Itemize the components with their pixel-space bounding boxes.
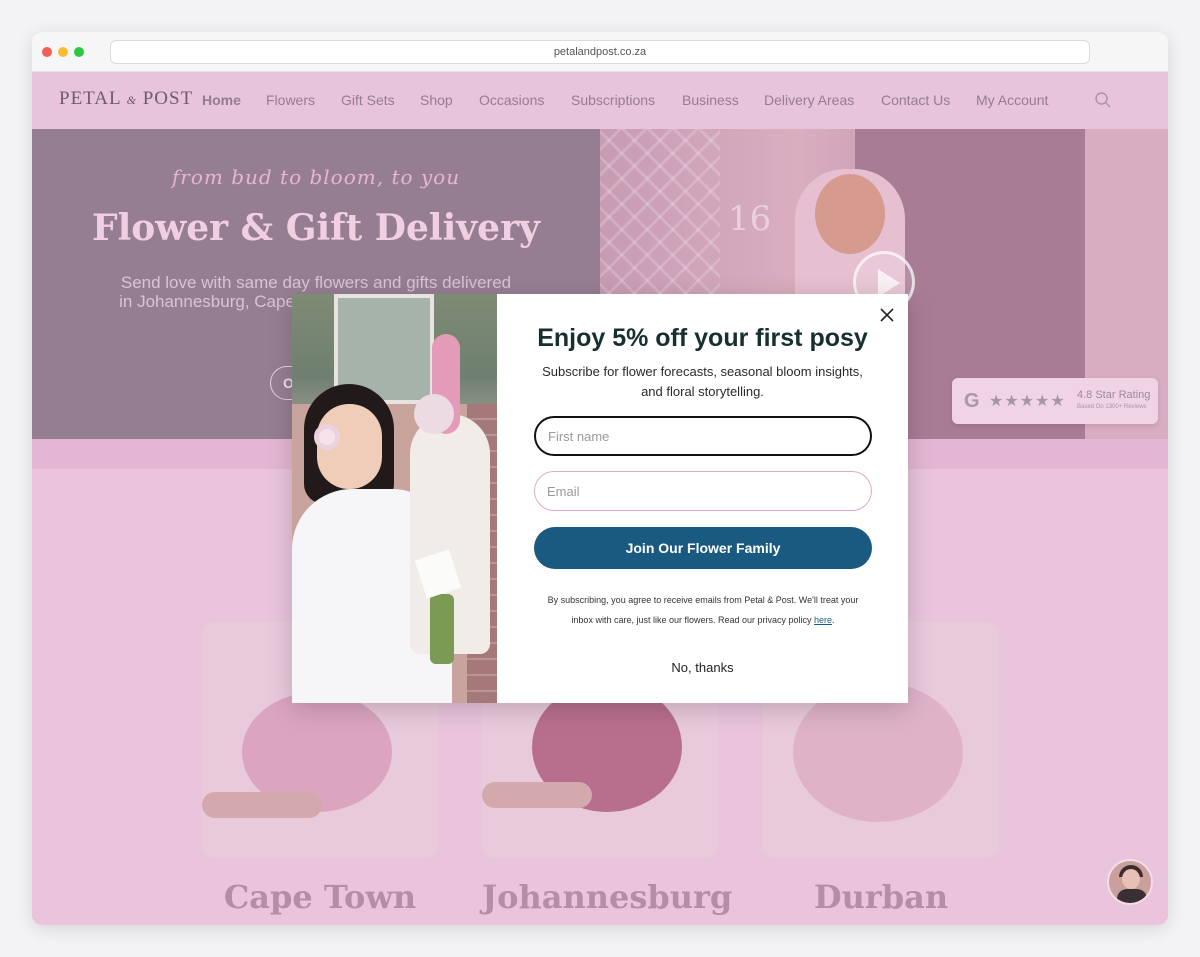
florist-head-image [815, 174, 885, 254]
email-field[interactable] [534, 471, 872, 511]
nav-delivery-areas[interactable]: Delivery Areas [764, 92, 854, 108]
city-name-durban[interactable]: Durban [763, 878, 999, 916]
arm-image [482, 782, 592, 808]
modal-subtitle: Subscribe for flower forecasts, seasonal… [542, 364, 863, 399]
chat-widget-avatar[interactable] [1107, 859, 1153, 905]
site-logo[interactable]: PETAL & POST [59, 88, 193, 110]
navbar: PETAL & POST Home Flowers Gift Sets Shop… [32, 72, 1168, 129]
hero-title: Flower & Gift Delivery [92, 207, 540, 249]
bouquet-image [793, 682, 963, 822]
nav-my-account[interactable]: My Account [976, 92, 1048, 108]
join-button[interactable]: Join Our Flower Family [534, 527, 872, 569]
arm-image [202, 792, 322, 818]
no-thanks-button[interactable]: No, thanks [497, 660, 908, 675]
nav-subscriptions[interactable]: Subscriptions [571, 92, 655, 108]
minimize-window-button[interactable] [58, 47, 68, 57]
nav-business[interactable]: Business [682, 92, 739, 108]
nav-contact-us[interactable]: Contact Us [881, 92, 950, 108]
photo-flower [314, 424, 340, 450]
city-name-johannesburg[interactable]: Johannesburg [482, 878, 732, 916]
photo-stems [430, 594, 454, 664]
logo-ampersand: & [126, 93, 137, 107]
modal-photo [292, 294, 497, 703]
house-number: 16 [728, 199, 772, 239]
city-name-cape-town[interactable]: Cape Town [202, 878, 438, 916]
maximize-window-button[interactable] [74, 47, 84, 57]
close-icon[interactable] [878, 306, 896, 324]
logo-part-1: PETAL [59, 88, 121, 109]
browser-titlebar: petalandpost.co.za [32, 32, 1168, 72]
rating-subtext: Based On 1300+ Reviews [1077, 404, 1147, 410]
nav-shop[interactable]: Shop [420, 92, 453, 108]
avatar-face [1122, 869, 1140, 889]
close-window-button[interactable] [42, 47, 52, 57]
privacy-policy-link[interactable]: here [814, 615, 832, 625]
newsletter-modal: Enjoy 5% off your first posy Subscribe f… [292, 294, 908, 703]
logo-part-2: POST [142, 88, 194, 109]
nav-occasions[interactable]: Occasions [479, 92, 544, 108]
nav-flowers[interactable]: Flowers [266, 92, 315, 108]
play-icon [878, 269, 900, 297]
nav-home[interactable]: Home [202, 92, 241, 108]
avatar-body [1117, 889, 1147, 903]
first-name-field[interactable] [534, 416, 872, 456]
rating-text: 4.8 Star Rating [1077, 389, 1151, 401]
google-icon: G [964, 390, 980, 412]
hero-tagline: from bud to bloom, to you [171, 165, 461, 189]
google-rating-badge[interactable]: G ★★★★★ 4.8 Star Rating Based On 1300+ R… [952, 378, 1158, 424]
modal-title: Enjoy 5% off your first posy [537, 324, 868, 352]
fine-print-text: By subscribing, you agree to receive ema… [547, 595, 859, 625]
nav-gift-sets[interactable]: Gift Sets [341, 92, 395, 108]
fine-print-end: . [832, 615, 835, 625]
address-bar[interactable]: petalandpost.co.za [110, 40, 1090, 64]
photo-bloom [414, 394, 454, 434]
star-rating-icon: ★★★★★ [989, 393, 1066, 410]
search-icon[interactable] [1094, 91, 1112, 109]
fine-print: By subscribing, you agree to receive ema… [542, 590, 864, 630]
